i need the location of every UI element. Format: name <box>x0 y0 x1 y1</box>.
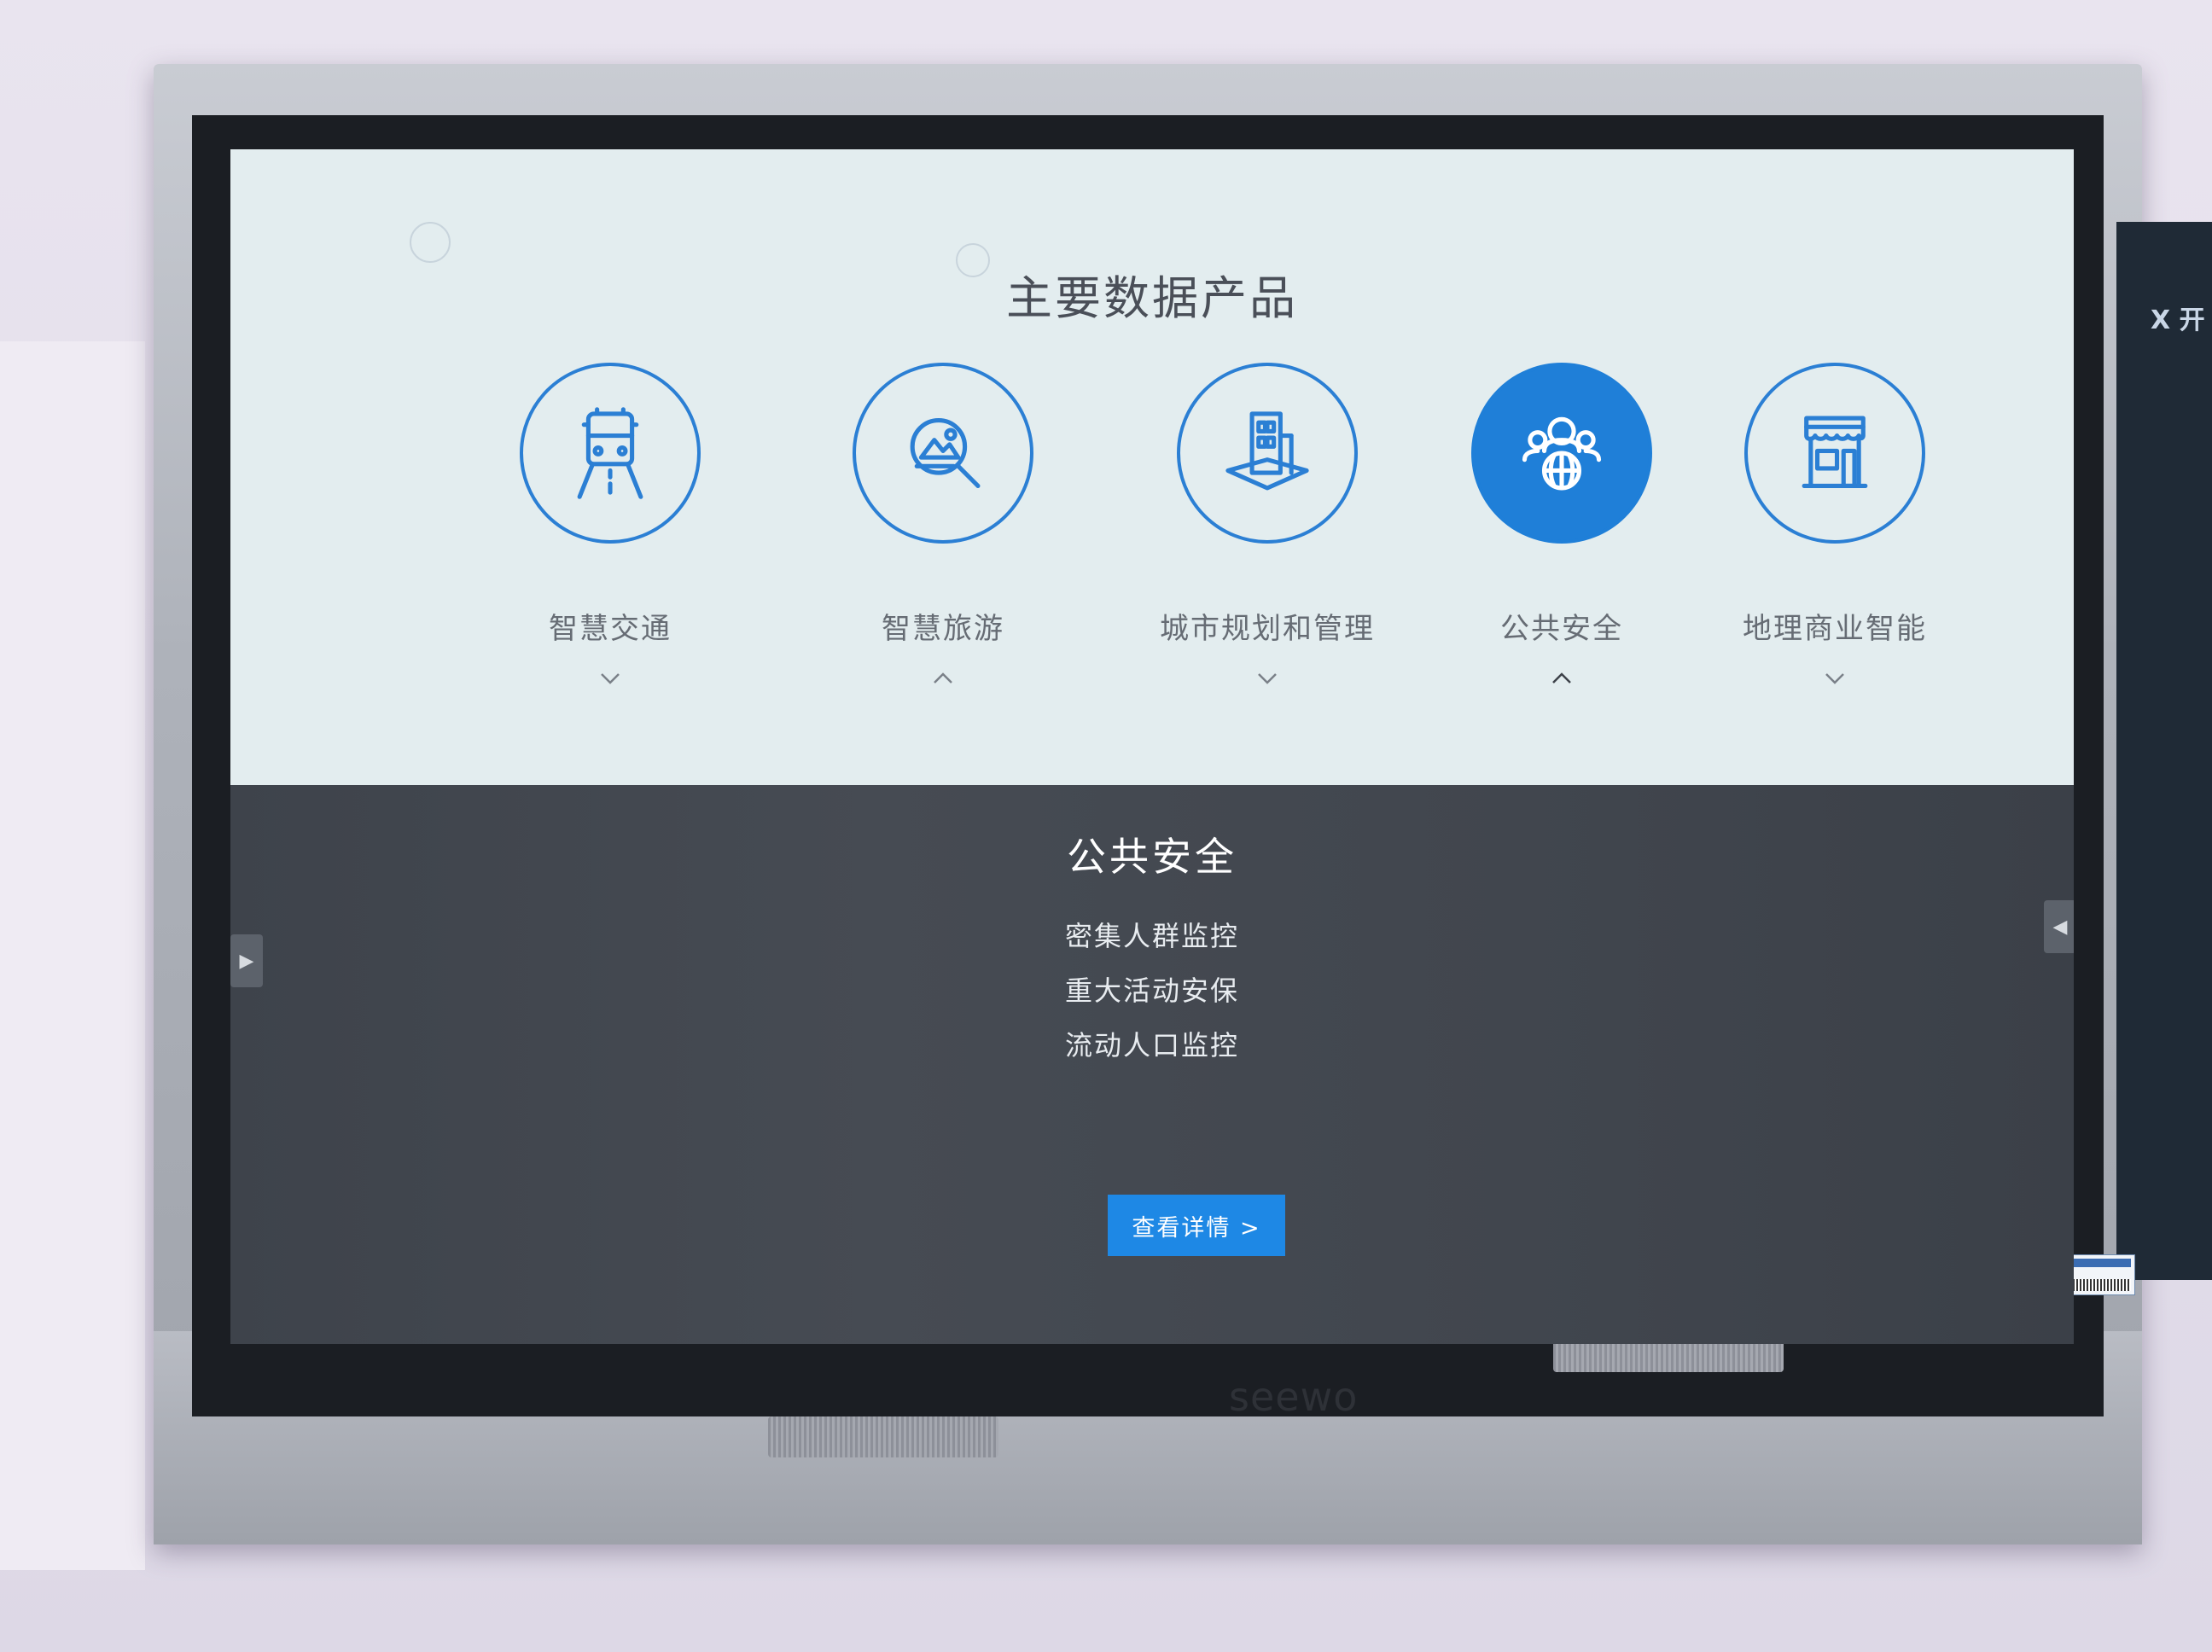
product-list: 智慧交通 智慧旅游 城市规划和管理 公共安全 地理商业智能 <box>230 149 2074 785</box>
bus-icon <box>577 407 643 499</box>
detail-item: 重大活动安保 <box>1064 974 1239 1007</box>
product-icon-circle <box>1744 363 1925 544</box>
detail-title: 公共安全 <box>1067 834 1237 880</box>
carousel-prev-arrow[interactable]: ▶ <box>230 934 263 987</box>
product-label: 城市规划和管理 <box>1160 612 1375 646</box>
carousel-next-arrow[interactable]: ◀ <box>2044 900 2074 953</box>
product-label: 智慧旅游 <box>882 612 1004 646</box>
chevron-down-icon[interactable] <box>1114 671 1421 693</box>
product-label: 公共安全 <box>1500 612 1623 646</box>
product-label: 地理商业智能 <box>1743 612 1927 646</box>
detail-item-list: 密集人群监控 重大活动安保 流动人口监控 <box>230 909 2074 1073</box>
building-icon <box>1225 411 1309 491</box>
chevron-up-icon[interactable] <box>789 671 1097 693</box>
neighbor-screen: X 开 <box>2116 222 2212 1280</box>
product-icon-circle <box>520 363 701 544</box>
landscape-search-icon <box>910 418 981 488</box>
product-urban-planning[interactable]: 城市规划和管理 <box>1114 363 1421 693</box>
storefront-icon <box>1802 416 1868 488</box>
product-smart-transport[interactable]: 智慧交通 <box>457 363 764 693</box>
people-globe-icon <box>1522 416 1602 491</box>
products-section: 主要数据产品 智慧交通 智慧旅游 城市规划和管理 公共安全 地理商业智能 <box>230 149 2074 785</box>
product-smart-tourism[interactable]: 智慧旅游 <box>789 363 1097 693</box>
chevron-up-icon[interactable] <box>1408 671 1715 693</box>
device-label-sticker <box>2065 1254 2135 1295</box>
product-public-security[interactable]: 公共安全 <box>1408 363 1715 693</box>
detail-item: 密集人群监控 <box>1064 920 1239 952</box>
product-label: 智慧交通 <box>549 612 672 646</box>
product-icon-circle <box>1177 363 1358 544</box>
barcode <box>2069 1279 2131 1291</box>
detail-panel: 公共安全 密集人群监控 重大活动安保 流动人口监控 查看详情 > <box>230 785 2074 1344</box>
wall-background <box>0 341 145 1570</box>
chevron-down-icon[interactable] <box>1681 671 1988 693</box>
screen: 主要数据产品 智慧交通 智慧旅游 城市规划和管理 公共安全 地理商业智能 公共安… <box>230 149 2074 1344</box>
detail-item: 流动人口监控 <box>1064 1029 1239 1062</box>
speaker-grille <box>768 1416 998 1457</box>
product-icon-circle <box>853 363 1033 544</box>
view-details-button[interactable]: 查看详情 > <box>1108 1195 1285 1256</box>
product-icon-circle <box>1471 363 1652 544</box>
neighbor-screen-text: X 开 <box>2151 305 2205 335</box>
brand-logo: seewo <box>1229 1374 1359 1420</box>
chevron-down-icon[interactable] <box>457 671 764 693</box>
product-geo-business-intelligence[interactable]: 地理商业智能 <box>1681 363 1988 693</box>
